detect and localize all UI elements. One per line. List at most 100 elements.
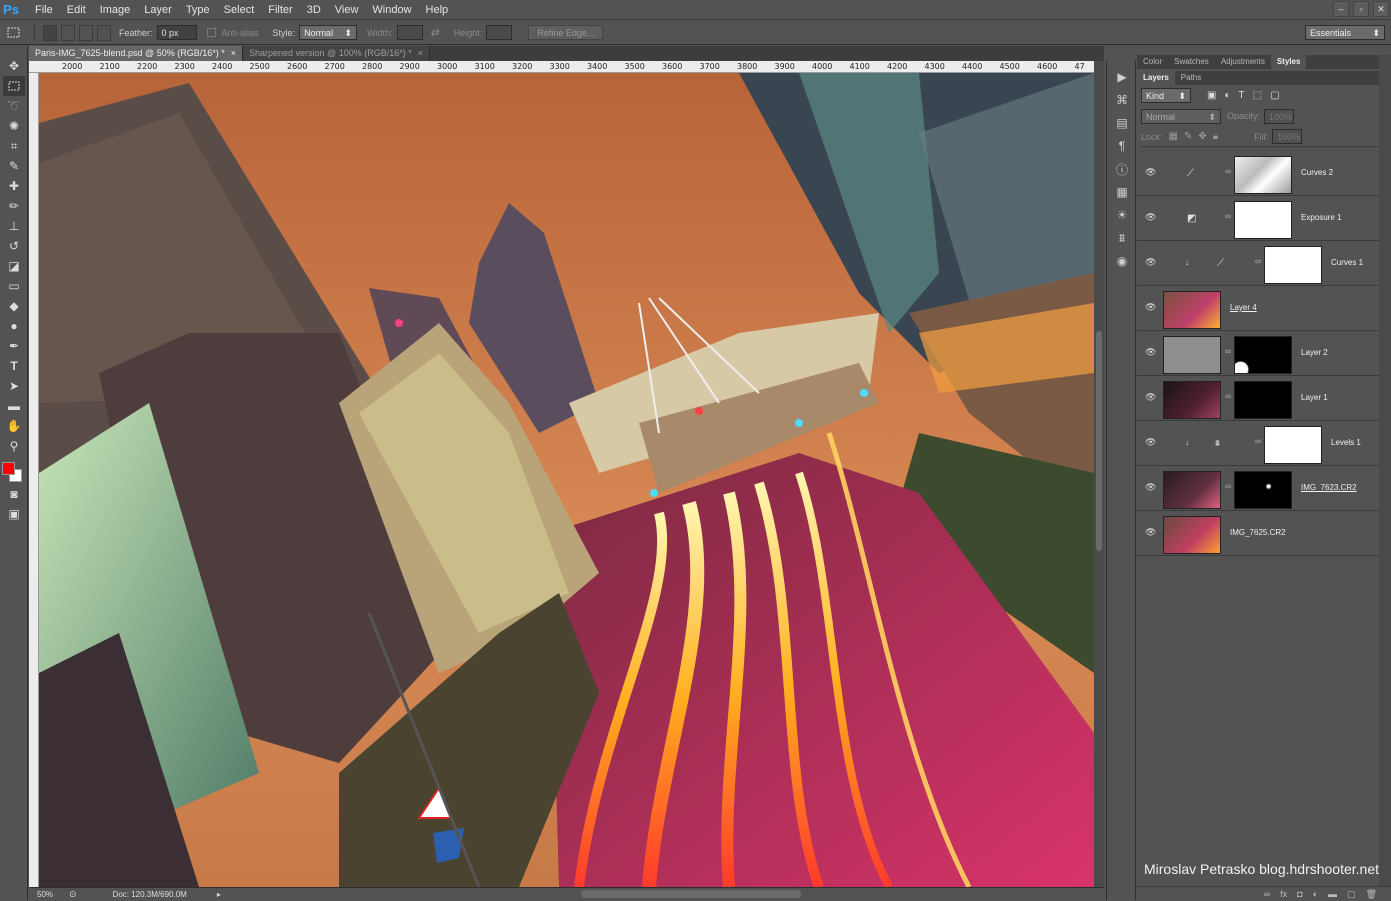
layer-mask-thumbnail[interactable] bbox=[1234, 471, 1292, 509]
subtract-selection-icon[interactable] bbox=[79, 24, 93, 41]
layer-mask-thumbnail[interactable] bbox=[1234, 381, 1292, 419]
layer-mask-thumbnail[interactable] bbox=[1234, 201, 1292, 239]
opacity-input[interactable]: 100% bbox=[1264, 108, 1295, 124]
visibility-eye-icon[interactable]: 👁︎ bbox=[1145, 258, 1156, 267]
document-canvas[interactable] bbox=[39, 73, 1094, 887]
link-layers-icon[interactable]: ∞ bbox=[1264, 887, 1270, 901]
new-layer-icon[interactable]: ▢ bbox=[1347, 887, 1356, 901]
new-selection-icon[interactable] bbox=[43, 24, 57, 41]
close-button[interactable]: ✕ bbox=[1373, 1, 1389, 17]
layer-thumbnail[interactable] bbox=[1163, 471, 1221, 509]
layer-mask-thumbnail[interactable] bbox=[1264, 426, 1322, 464]
move-tool-icon[interactable]: ✥ bbox=[3, 56, 25, 76]
layer-name[interactable]: Layer 4 bbox=[1230, 303, 1257, 312]
history-brush-tool-icon[interactable]: ↺ bbox=[3, 236, 25, 256]
fx-icon[interactable]: fx bbox=[1280, 887, 1287, 901]
pen-tool-icon[interactable]: ✒ bbox=[3, 336, 25, 356]
foreground-color-swatch[interactable] bbox=[2, 462, 15, 475]
antialias-checkbox[interactable] bbox=[206, 28, 216, 37]
layer-thumbnail[interactable] bbox=[1163, 291, 1221, 329]
tab-color[interactable]: Color bbox=[1137, 55, 1168, 69]
screen-mode-icon[interactable]: ▣ bbox=[3, 504, 25, 524]
status-icon[interactable]: ⊙ bbox=[69, 889, 77, 900]
tab-adjustments[interactable]: Adjustments bbox=[1215, 55, 1271, 69]
lock-transparent-icon[interactable]: ▦ bbox=[1169, 131, 1178, 142]
swap-icon[interactable]: ⇄ bbox=[431, 26, 440, 39]
layer-thumbnail[interactable] bbox=[1163, 381, 1221, 419]
visibility-eye-icon[interactable]: 👁︎ bbox=[1145, 528, 1156, 537]
history-icon[interactable]: ▤ bbox=[1111, 113, 1133, 133]
layer-row-layer-4[interactable]: 👁︎ Layer 4 bbox=[1137, 286, 1379, 331]
dodge-tool-icon[interactable]: ● bbox=[3, 316, 25, 336]
add-selection-icon[interactable] bbox=[61, 24, 75, 41]
layer-name[interactable]: Curves 1 bbox=[1331, 258, 1363, 267]
layer-name[interactable]: Layer 1 bbox=[1301, 393, 1328, 402]
mask-link-icon[interactable]: ∞ bbox=[1225, 211, 1231, 221]
marquee-tool-icon[interactable] bbox=[3, 76, 25, 96]
menu-select[interactable]: Select bbox=[217, 0, 262, 20]
menu-edit[interactable]: Edit bbox=[60, 0, 93, 20]
add-mask-icon[interactable]: ◘ bbox=[1297, 887, 1302, 901]
lock-image-icon[interactable]: ✎ bbox=[1184, 131, 1192, 142]
lock-all-icon[interactable]: 🔒︎ bbox=[1213, 131, 1218, 142]
layer-mask-thumbnail[interactable] bbox=[1234, 156, 1292, 194]
scroll-thumb[interactable] bbox=[1096, 331, 1102, 551]
width-input[interactable] bbox=[396, 25, 423, 40]
close-icon[interactable]: × bbox=[231, 46, 236, 61]
filter-type-icon[interactable]: T bbox=[1239, 90, 1245, 101]
quick-select-tool-icon[interactable]: ✺ bbox=[3, 116, 25, 136]
layer-filter-select[interactable]: Kind ⬍ bbox=[1141, 87, 1191, 103]
mask-link-icon[interactable]: ∞ bbox=[1225, 346, 1231, 356]
feather-input[interactable]: 0 px bbox=[156, 25, 197, 40]
minimize-button[interactable]: – bbox=[1333, 1, 1349, 17]
mask-link-icon[interactable]: ∞ bbox=[1225, 391, 1231, 401]
zoom-tool-icon[interactable]: ⚲ bbox=[3, 436, 25, 456]
layer-row-layer-1[interactable]: 👁︎ ∞ Layer 1 bbox=[1137, 376, 1379, 421]
layer-name[interactable]: Layer 2 bbox=[1301, 348, 1328, 357]
layer-row-img-7625[interactable]: 👁︎ IMG_7625.CR2 bbox=[1137, 511, 1379, 556]
shape-tool-icon[interactable]: ▬ bbox=[3, 396, 25, 416]
menu-type[interactable]: Type bbox=[179, 0, 217, 20]
layer-mask-thumbnail[interactable] bbox=[1264, 246, 1322, 284]
layer-row-levels-1[interactable]: 👁︎ ↓ ⩩ ∞ Levels 1 bbox=[1137, 421, 1379, 466]
layer-thumbnail[interactable] bbox=[1163, 516, 1221, 554]
tab-paths[interactable]: Paths bbox=[1175, 71, 1207, 85]
trash-icon[interactable]: 🗑︎ bbox=[1366, 887, 1377, 901]
histogram-icon[interactable]: ⩩ bbox=[1111, 228, 1133, 248]
layer-row-exposure-1[interactable]: 👁︎ ◩ ∞ Exposure 1 bbox=[1137, 196, 1379, 241]
layer-name[interactable]: Curves 2 bbox=[1301, 168, 1333, 177]
layer-row-curves-2[interactable]: 👁︎ ⟋ ∞ Curves 2 bbox=[1137, 151, 1379, 196]
play-icon[interactable]: ▶ bbox=[1111, 67, 1133, 87]
height-input[interactable] bbox=[486, 25, 513, 40]
adjustments-icon[interactable]: ☀ bbox=[1111, 205, 1133, 225]
path-select-tool-icon[interactable]: ➤ bbox=[3, 376, 25, 396]
menu-window[interactable]: Window bbox=[365, 0, 418, 20]
intersect-selection-icon[interactable] bbox=[97, 24, 111, 41]
tab-styles[interactable]: Styles bbox=[1270, 55, 1307, 69]
brush-tool-icon[interactable]: ✏ bbox=[3, 196, 25, 216]
blur-tool-icon[interactable]: ◆ bbox=[3, 296, 25, 316]
layer-row-layer-2[interactable]: 👁︎ ∞ Layer 2 bbox=[1137, 331, 1379, 376]
menu-image[interactable]: Image bbox=[93, 0, 138, 20]
close-icon[interactable]: × bbox=[418, 46, 423, 61]
layer-name[interactable]: Exposure 1 bbox=[1301, 213, 1341, 222]
menu-file[interactable]: File bbox=[28, 0, 60, 20]
visibility-eye-icon[interactable]: 👁︎ bbox=[1145, 393, 1156, 402]
filter-shape-icon[interactable]: ⬚ bbox=[1253, 90, 1262, 101]
brush-presets-icon[interactable]: ⌘ bbox=[1111, 90, 1133, 110]
refine-edge-button[interactable]: Refine Edge... bbox=[528, 25, 604, 40]
layer-name[interactable]: IMG_7623.CR2 bbox=[1301, 483, 1357, 492]
tab-swatches[interactable]: Swatches bbox=[1168, 55, 1215, 69]
mask-link-icon[interactable]: ∞ bbox=[1255, 436, 1261, 446]
navigator-icon[interactable]: ◉ bbox=[1111, 251, 1133, 271]
vertical-scrollbar[interactable] bbox=[1094, 61, 1104, 887]
maximize-button[interactable]: ▫ bbox=[1353, 1, 1369, 17]
layer-name[interactable]: Levels 1 bbox=[1331, 438, 1361, 447]
panel-scrollbar[interactable] bbox=[1379, 55, 1391, 900]
fill-input[interactable]: 100% bbox=[1272, 129, 1303, 144]
hand-tool-icon[interactable]: ✋ bbox=[3, 416, 25, 436]
mask-link-icon[interactable]: ∞ bbox=[1225, 166, 1231, 176]
tab-document-2[interactable]: Sharpened version @ 100% (RGB/16*) * × bbox=[243, 46, 430, 61]
menu-view[interactable]: View bbox=[328, 0, 366, 20]
visibility-eye-icon[interactable]: 👁︎ bbox=[1145, 303, 1156, 312]
